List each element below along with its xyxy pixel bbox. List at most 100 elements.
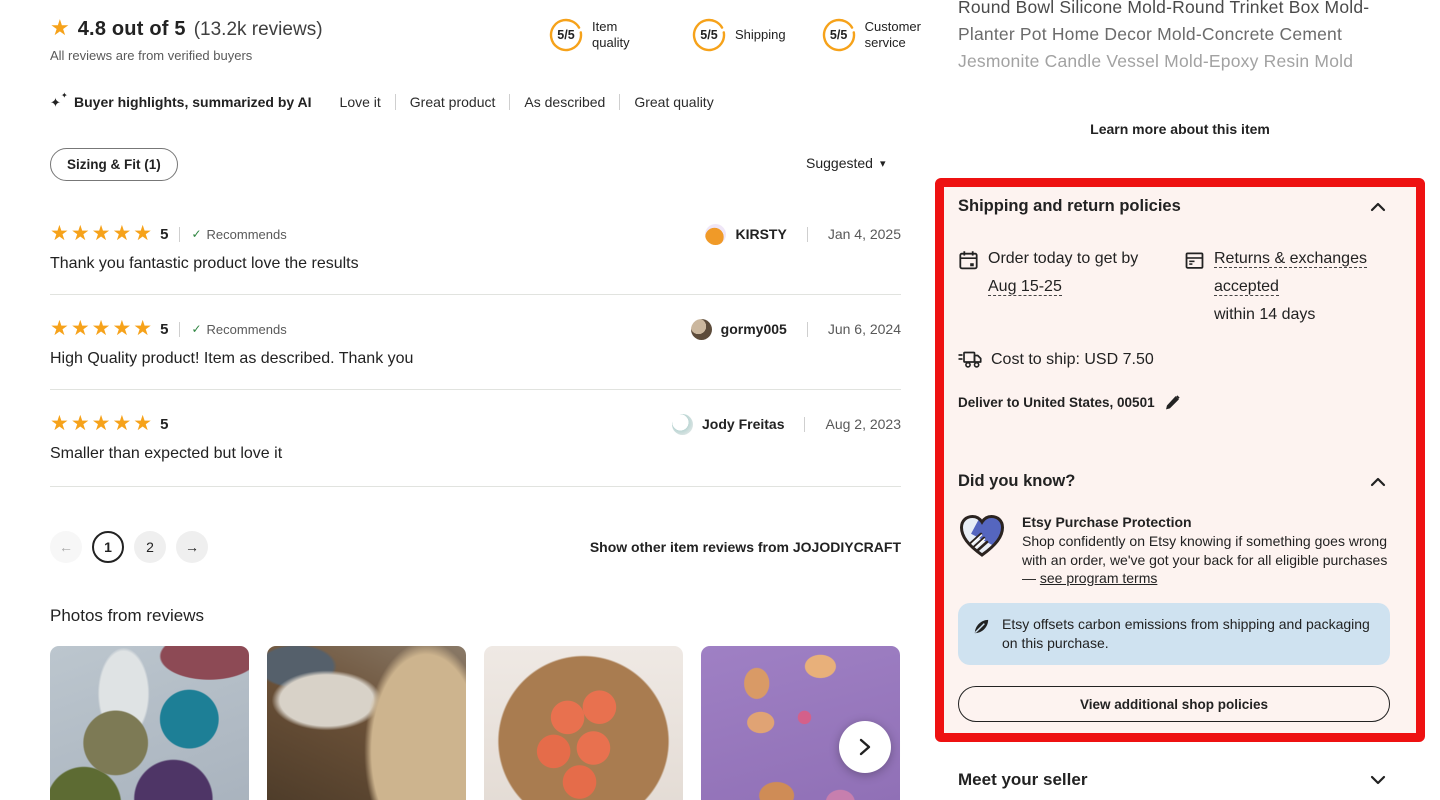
highlight-tag-as-described[interactable]: As described <box>524 94 605 110</box>
badge-customer-service: 5/5 Customer service <box>822 18 929 52</box>
star-icon: ★ <box>50 16 70 40</box>
highlight-tag-great-quality[interactable]: Great quality <box>634 94 713 110</box>
divider <box>179 322 180 337</box>
shipping-policies-accordion[interactable]: Shipping and return policies <box>958 197 1386 216</box>
reviewer-name[interactable]: KIRSTY <box>735 226 786 242</box>
divider <box>804 417 805 432</box>
review-rating: 5 <box>160 321 168 338</box>
highlight-tag-love-it[interactable]: Love it <box>340 94 381 110</box>
rating-score: 4.8 out of 5 <box>78 18 186 41</box>
next-photos-button[interactable] <box>839 721 891 773</box>
reviewer-name[interactable]: Jody Freitas <box>702 416 784 432</box>
review-rating: 5 <box>160 226 168 243</box>
shipping-policies-panel: Shipping and return policies Order today… <box>944 187 1416 733</box>
divider <box>395 94 396 110</box>
shipping-cost-text: Cost to ship: USD 7.50 <box>991 351 1154 369</box>
edit-pencil-icon[interactable] <box>1165 395 1180 410</box>
divider <box>807 227 808 242</box>
badge-label: Customer service <box>865 19 929 51</box>
check-icon: ✓ <box>191 322 201 336</box>
caret-down-icon: ▾ <box>880 157 886 170</box>
sort-dropdown[interactable]: Suggested ▾ <box>806 155 885 171</box>
avatar[interactable] <box>705 224 726 245</box>
review-text: Thank you fantastic product love the res… <box>50 255 901 273</box>
returns-accepted-link[interactable]: accepted <box>1214 278 1279 296</box>
filter-chip-sizing-fit[interactable]: Sizing & Fit (1) <box>50 148 178 181</box>
review-date: Jan 4, 2025 <box>828 226 901 242</box>
review-row: ★★★★★ 5 Jody Freitas Aug 2, 2023 Smaller… <box>50 412 901 487</box>
verified-note: All reviews are from verified buyers <box>50 48 323 63</box>
five-stars-icon: ★★★★★ <box>50 317 154 341</box>
delivery-estimate: Order today to get by Aug 15-25 <box>958 245 1184 329</box>
truck-icon <box>958 350 982 369</box>
shipping-policies-title: Shipping and return policies <box>958 197 1181 216</box>
highlight-tag-great-product[interactable]: Great product <box>410 94 496 110</box>
leaf-icon <box>972 617 991 653</box>
chevron-up-icon <box>1370 477 1386 487</box>
badge-item-quality: 5/5 Item quality <box>549 18 656 52</box>
photos-from-reviews-title: Photos from reviews <box>50 606 204 626</box>
review-photo-3[interactable] <box>484 646 683 800</box>
learn-more-link[interactable]: Learn more about this item <box>935 121 1425 137</box>
rating-ring-icon: 5/5 <box>692 18 726 52</box>
review-row: ★★★★★ 5 ✓ Recommends KIRSTY Jan 4, 2025 … <box>50 222 901 295</box>
avatar[interactable] <box>672 414 693 435</box>
order-today-text: Order today to get by <box>988 250 1138 267</box>
chevron-down-icon <box>1370 775 1386 785</box>
did-you-know-accordion[interactable]: Did you know? <box>958 472 1386 491</box>
protection-title: Etsy Purchase Protection <box>1022 514 1394 530</box>
rating-badges: 5/5 Item quality 5/5 Shipping 5/5 Custom… <box>549 18 929 52</box>
check-icon: ✓ <box>191 227 201 241</box>
etsy-reviews-page: ★ 4.8 out of 5 (13.2k reviews) All revie… <box>0 0 1440 800</box>
purchase-protection: Etsy Purchase Protection Shop confidentl… <box>958 514 1394 588</box>
review-photos <box>50 646 900 800</box>
review-rating: 5 <box>160 416 168 433</box>
meet-your-seller-title: Meet your seller <box>958 770 1087 790</box>
returns-window-text: within 14 days <box>1214 306 1315 323</box>
review-date: Aug 2, 2023 <box>825 416 901 432</box>
five-stars-icon: ★★★★★ <box>50 222 154 246</box>
recommends-label: Recommends <box>207 322 287 337</box>
chevron-right-icon <box>856 737 874 757</box>
carbon-offset-banner: Etsy offsets carbon emissions from shipp… <box>958 603 1390 665</box>
carbon-offset-text: Etsy offsets carbon emissions from shipp… <box>1002 615 1376 653</box>
rating-ring-icon: 5/5 <box>549 18 583 52</box>
delivery-date-range[interactable]: Aug 15-25 <box>988 278 1062 296</box>
returns-box-icon <box>1184 250 1205 329</box>
product-title: Round Bowl Silicone Mold-Round Trinket B… <box>958 0 1398 75</box>
program-terms-link[interactable]: see program terms <box>1040 570 1157 586</box>
badge-shipping: 5/5 Shipping <box>692 18 786 52</box>
recommends-label: Recommends <box>207 227 287 242</box>
deliver-to-text: Deliver to United States, 00501 <box>958 395 1155 410</box>
sparkle-icon: ✦ ✦ <box>50 93 70 111</box>
review-count: (13.2k reviews) <box>194 19 323 41</box>
meet-your-seller-accordion[interactable]: Meet your seller <box>958 770 1386 790</box>
returns-policy: Returns & exchanges accepted within 14 d… <box>1184 245 1367 329</box>
did-you-know-title: Did you know? <box>958 472 1075 491</box>
deliver-to: Deliver to United States, 00501 <box>958 395 1180 410</box>
annotation-highlight-box: Shipping and return policies Order today… <box>935 178 1425 742</box>
badge-label: Shipping <box>735 27 786 43</box>
review-summary: ★ 4.8 out of 5 (13.2k reviews) All revie… <box>50 16 323 63</box>
buyer-highlights: ✦ ✦ Buyer highlights, summarized by AI L… <box>50 93 714 111</box>
divider <box>179 227 180 242</box>
protection-body: Shop confidently on Etsy knowing if some… <box>1022 532 1394 588</box>
five-stars-icon: ★★★★★ <box>50 412 154 436</box>
review-text: High Quality product! Item as described.… <box>50 350 901 368</box>
badge-label: Item quality <box>592 19 656 51</box>
other-reviews-link[interactable]: Show other item reviews from JOJODIYCRAF… <box>50 539 901 555</box>
rating-ring-icon: 5/5 <box>822 18 856 52</box>
divider <box>807 322 808 337</box>
review-photo-2[interactable] <box>267 646 466 800</box>
review-date: Jun 6, 2024 <box>828 321 901 337</box>
highlights-title: Buyer highlights, summarized by AI <box>74 94 312 110</box>
heart-handshake-icon <box>958 514 1006 588</box>
calendar-icon <box>958 250 979 329</box>
reviewer-name[interactable]: gormy005 <box>721 321 787 337</box>
returns-exchanges-link[interactable]: Returns & exchanges <box>1214 250 1367 268</box>
review-photo-1[interactable] <box>50 646 249 800</box>
review-row: ★★★★★ 5 ✓ Recommends gormy005 Jun 6, 202… <box>50 317 901 390</box>
avatar[interactable] <box>691 319 712 340</box>
chevron-up-icon <box>1370 202 1386 212</box>
view-shop-policies-button[interactable]: View additional shop policies <box>958 686 1390 722</box>
